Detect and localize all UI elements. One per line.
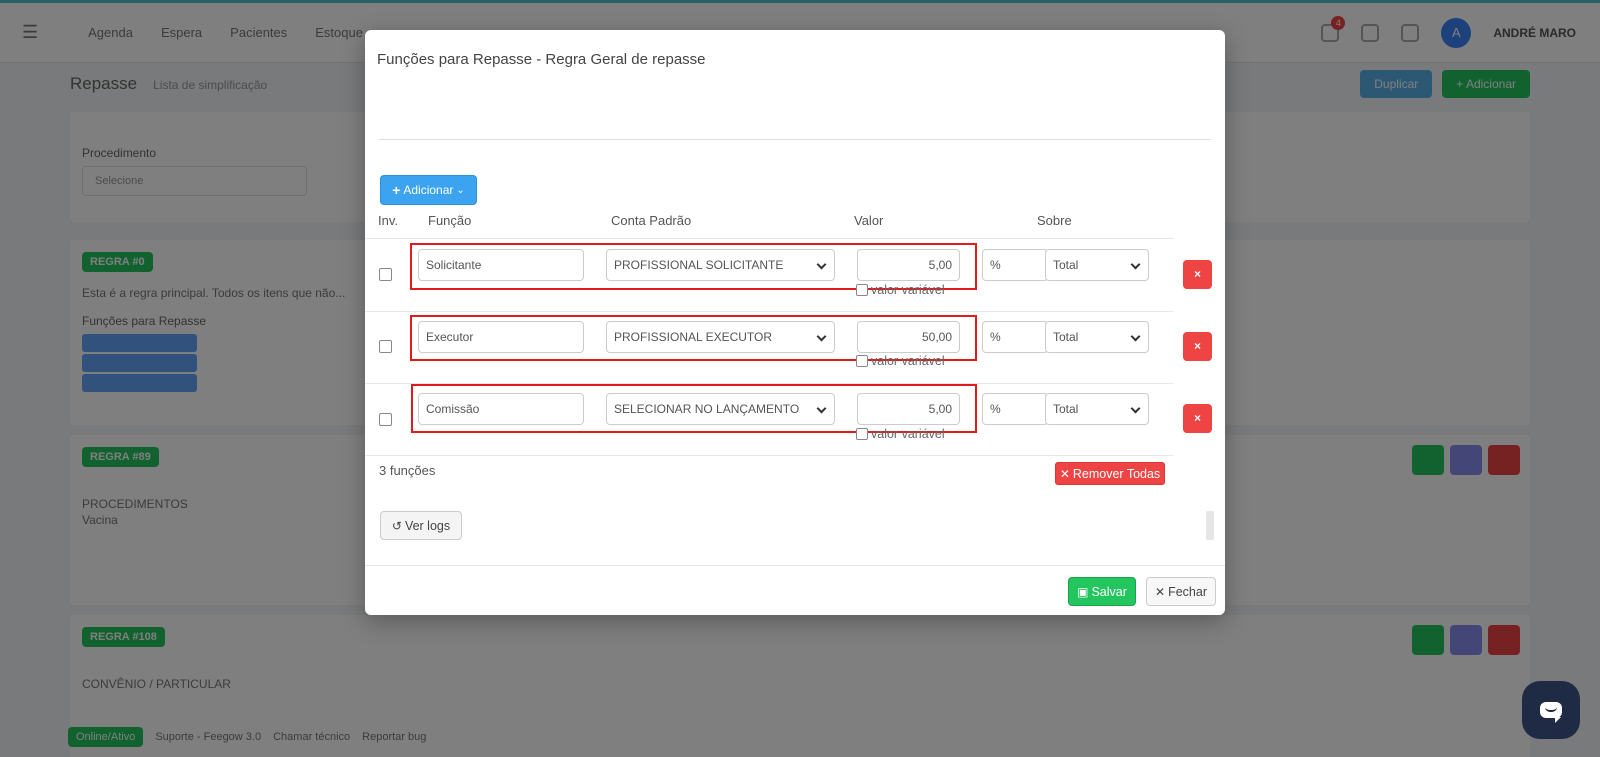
valor-variavel-option[interactable]: valor variável	[856, 283, 945, 297]
valor-variavel-checkbox[interactable]	[856, 428, 868, 440]
unidade-input[interactable]: %	[982, 249, 1048, 281]
delete-row-button[interactable]: ×	[1183, 404, 1212, 433]
divider	[379, 139, 1211, 140]
plus-icon: +	[392, 182, 401, 198]
valor-input[interactable]: 5,00	[857, 393, 960, 425]
chat-launcher-button[interactable]	[1522, 681, 1580, 739]
valor-variavel-option[interactable]: valor variável	[856, 354, 945, 368]
save-icon: ▣	[1077, 584, 1089, 599]
header-inv: Inv.	[378, 213, 398, 228]
divider	[365, 455, 1173, 456]
valor-variavel-checkbox[interactable]	[856, 284, 868, 296]
valor-variavel-checkbox[interactable]	[856, 355, 868, 367]
modal-footer: ▣ Salvar ✕ Fechar	[365, 565, 1225, 615]
funcao-input[interactable]: Comissão	[418, 393, 584, 425]
invert-checkbox[interactable]	[379, 340, 392, 353]
valor-input[interactable]: 50,00	[857, 321, 960, 353]
history-icon: ↺	[391, 518, 402, 533]
header-conta-padrao: Conta Padrão	[611, 213, 692, 228]
header-sobre: Sobre	[1037, 213, 1072, 228]
chevron-down-icon: ⌄	[456, 184, 465, 196]
close-icon: ×	[1193, 411, 1201, 425]
unidade-input[interactable]: %	[982, 393, 1048, 425]
funcao-input[interactable]: Solicitante	[418, 249, 584, 281]
close-icon: ✕	[1155, 584, 1166, 599]
view-logs-button[interactable]: ↺ Ver logs	[380, 511, 462, 540]
close-icon: ✕	[1059, 466, 1070, 481]
close-icon: ×	[1193, 339, 1201, 353]
conta-padrao-select[interactable]: PROFISSIONAL SOLICITANTE	[606, 249, 835, 281]
functions-modal: Funções para Repasse - Regra Geral de re…	[365, 30, 1225, 615]
scrollbar[interactable]	[1206, 511, 1214, 540]
close-icon: ×	[1193, 267, 1201, 281]
sobre-select[interactable]: Total	[1045, 321, 1149, 353]
sobre-select[interactable]: Total	[1045, 393, 1149, 425]
close-button[interactable]: ✕ Fechar	[1146, 577, 1216, 606]
function-row: Comissão SELECIONAR NO LANÇAMENTO 5,00 v…	[365, 383, 1212, 456]
remove-all-button[interactable]: ✕ Remover Todas	[1055, 462, 1165, 485]
conta-padrao-select[interactable]: PROFISSIONAL EXECUTOR	[606, 321, 835, 353]
unidade-input[interactable]: %	[982, 321, 1048, 353]
conta-padrao-select[interactable]: SELECIONAR NO LANÇAMENTO	[606, 393, 835, 425]
sobre-select[interactable]: Total	[1045, 249, 1149, 281]
add-function-button[interactable]: + Adicionar ⌄	[380, 175, 477, 205]
header-funcao: Função	[428, 213, 472, 228]
delete-row-button[interactable]: ×	[1183, 260, 1212, 289]
function-count: 3 funções	[379, 463, 436, 478]
delete-row-button[interactable]: ×	[1183, 332, 1212, 361]
function-row: Executor PROFISSIONAL EXECUTOR 50,00 val…	[365, 311, 1212, 384]
funcao-input[interactable]: Executor	[418, 321, 584, 353]
valor-variavel-option[interactable]: valor variável	[856, 427, 945, 441]
invert-checkbox[interactable]	[379, 268, 392, 281]
save-button[interactable]: ▣ Salvar	[1068, 577, 1136, 606]
valor-input[interactable]: 5,00	[857, 249, 960, 281]
chat-icon	[1540, 702, 1562, 723]
invert-checkbox[interactable]	[379, 413, 392, 426]
modal-title: Funções para Repasse - Regra Geral de re…	[377, 51, 706, 68]
header-valor: Valor	[854, 213, 884, 228]
function-row: Solicitante PROFISSIONAL SOLICITANTE 5,0…	[365, 238, 1212, 311]
